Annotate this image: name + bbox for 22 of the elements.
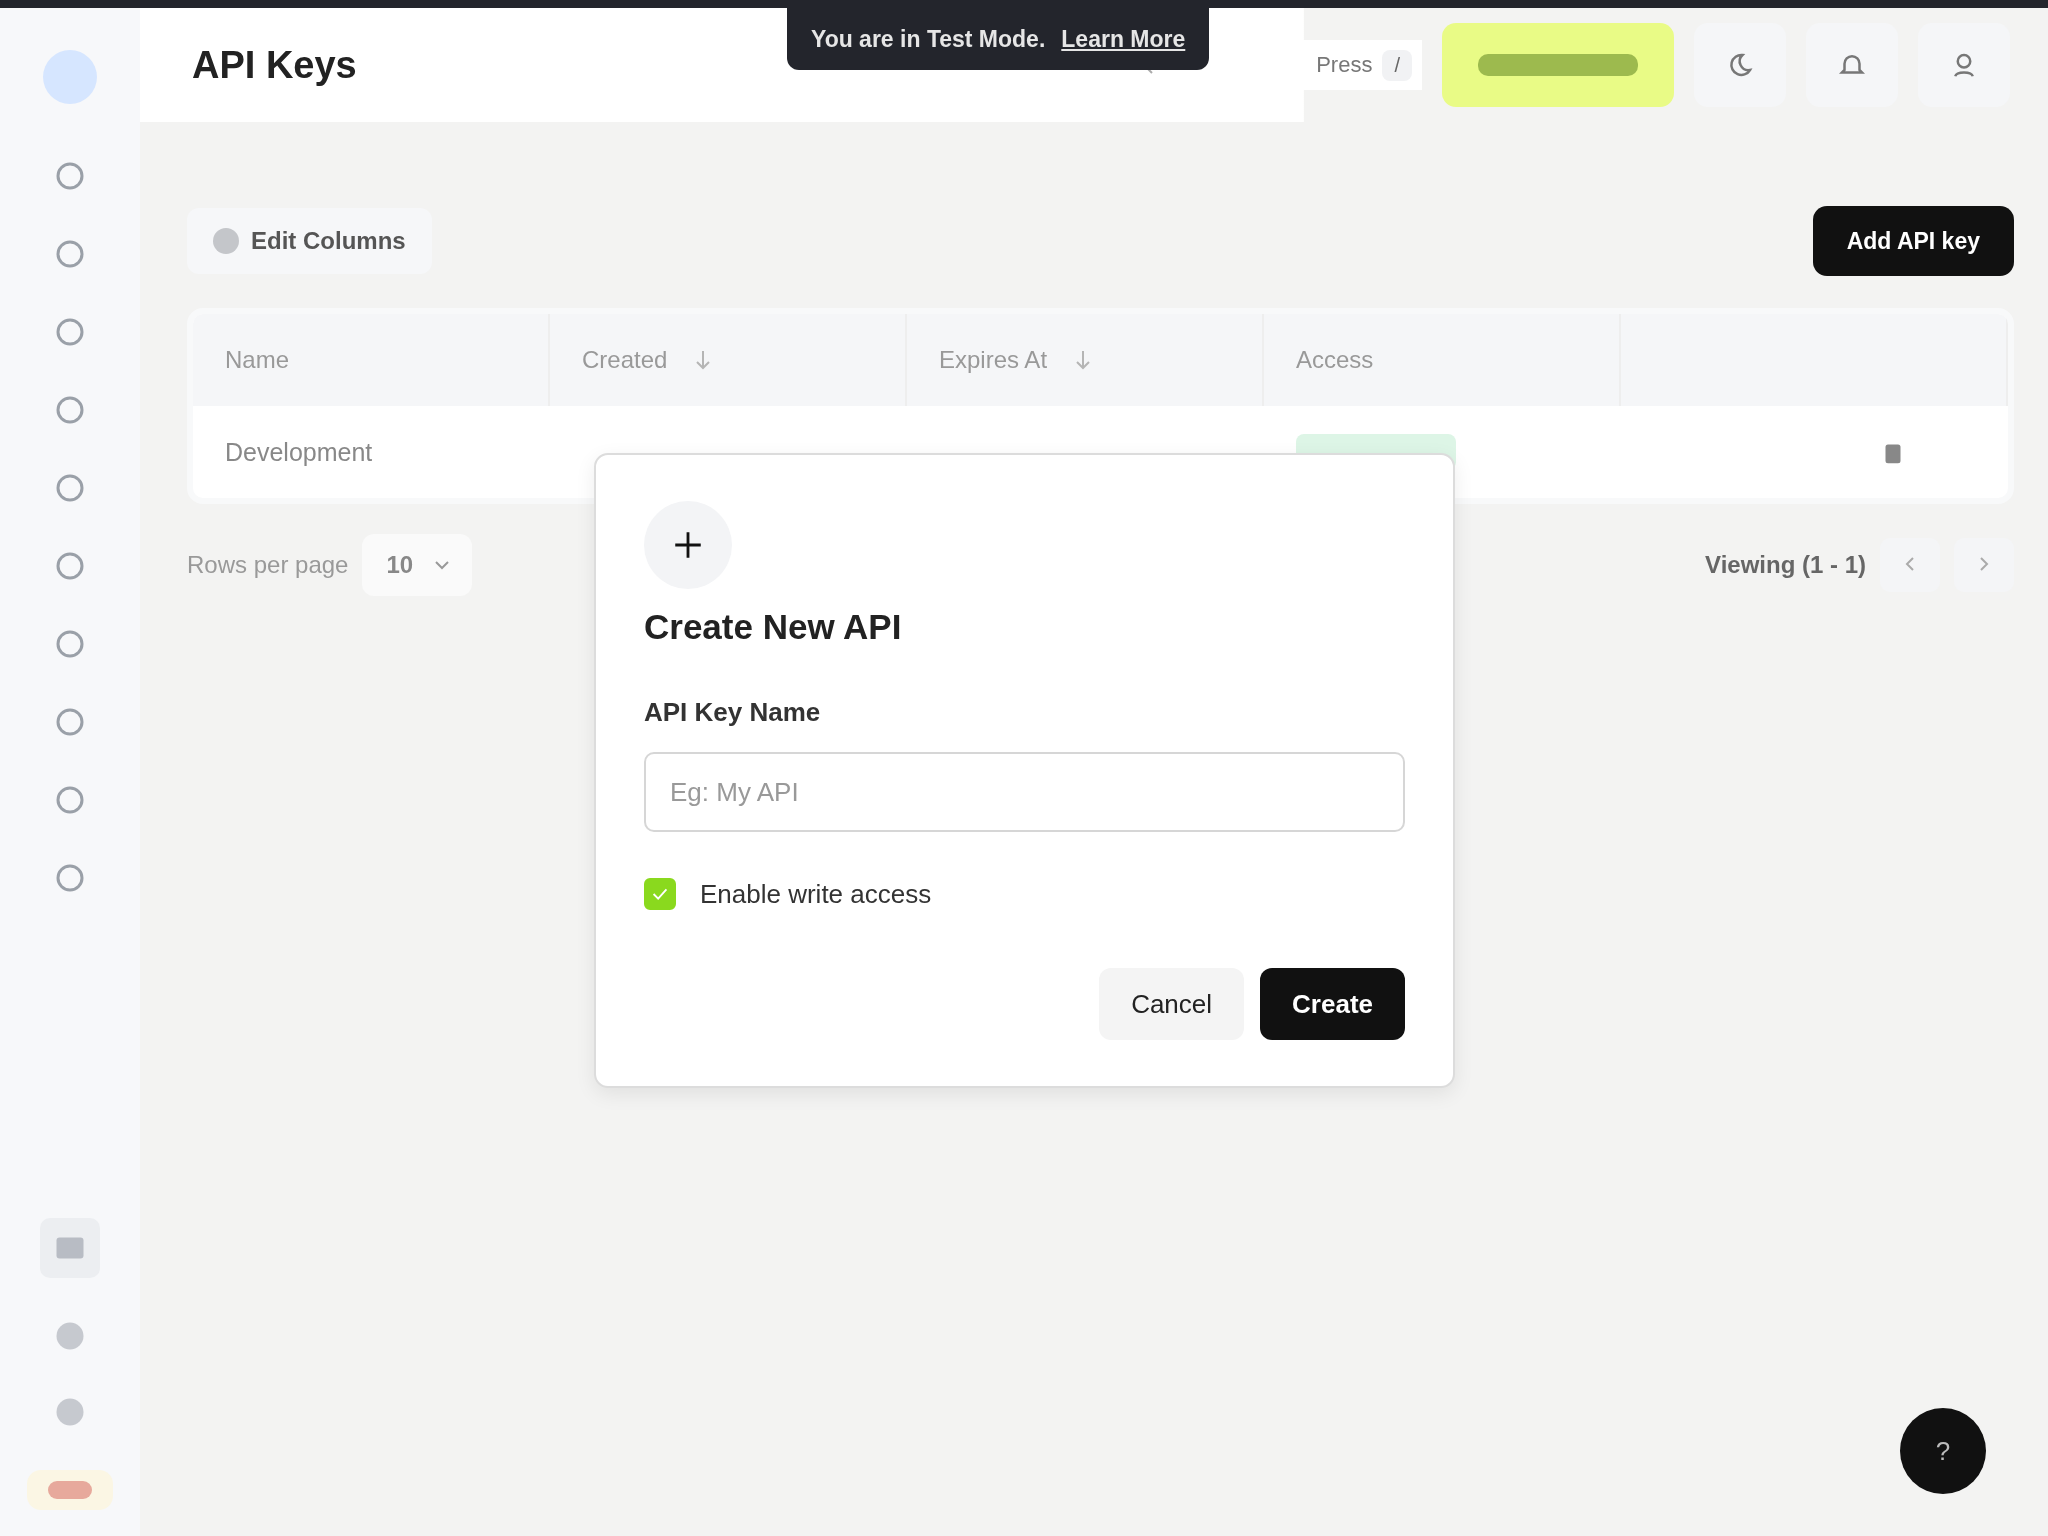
cancel-button[interactable]: Cancel [1099, 968, 1245, 1040]
help-button[interactable]: ? [1900, 1408, 1986, 1494]
logo-icon [43, 50, 97, 104]
viewing-count: Viewing (1 - 1) [1705, 551, 1866, 579]
rows-per-page-label: Rows per page [187, 551, 349, 579]
banner-text: You are in Test Mode. [811, 25, 1046, 53]
api-key-name-input[interactable]: Eg: My API [644, 752, 1405, 832]
profile-button[interactable] [1918, 23, 2010, 107]
account-button[interactable] [1442, 23, 1674, 107]
dark-mode-button[interactable] [1694, 23, 1786, 107]
create-button[interactable]: Create [1260, 968, 1405, 1040]
add-api-key-button[interactable]: Add API key [1812, 206, 2014, 276]
write-access-checkbox[interactable] [644, 878, 676, 910]
table-cell-text: Development [224, 436, 374, 468]
notification-button[interactable] [1806, 23, 1898, 107]
dialog-title: Create New API [644, 607, 903, 647]
page-title: API Keys [192, 43, 358, 87]
field-label: API Key Name [644, 697, 822, 728]
shortcut-key: / [1382, 49, 1412, 81]
edit-columns-button[interactable]: Edit Columns [187, 208, 432, 274]
write-access-label: Enable write access [700, 878, 932, 910]
search-hint: Press [1316, 52, 1373, 78]
